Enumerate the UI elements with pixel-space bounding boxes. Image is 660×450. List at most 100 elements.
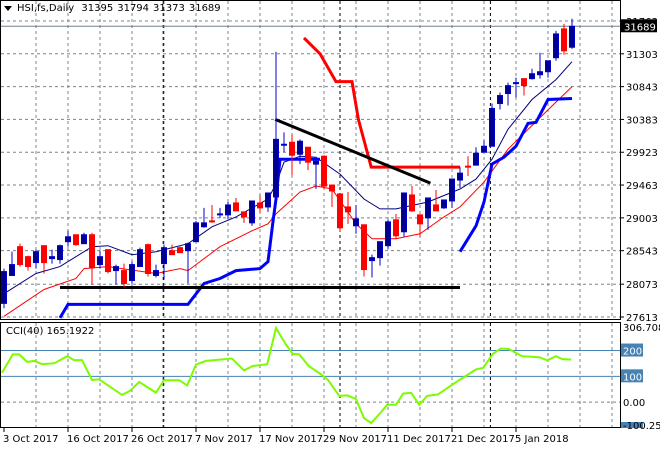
candle-body xyxy=(361,224,367,271)
bullish-candle xyxy=(569,18,575,49)
candle-body xyxy=(465,165,471,168)
bearish-candle xyxy=(169,244,175,256)
close-value: 31689 xyxy=(188,3,221,14)
date-label: 11 Dec 2017 xyxy=(387,434,451,445)
bullish-candle xyxy=(377,241,383,266)
candle-body xyxy=(265,192,271,208)
bearish-candle xyxy=(433,190,439,212)
cci-title: CCI(40) 165.1922 xyxy=(6,326,95,337)
bullish-candle xyxy=(281,132,287,153)
candle-body xyxy=(441,199,447,209)
cci-tick-label: -100.258 xyxy=(623,421,660,432)
price-tick-label: 30843 xyxy=(626,83,658,94)
bullish-candle xyxy=(153,264,159,278)
candle-body xyxy=(369,257,375,262)
cci-tick-label: 200 xyxy=(623,347,642,358)
candle-body xyxy=(385,221,391,247)
bullish-candle xyxy=(265,192,271,212)
ma-slow xyxy=(3,86,573,317)
bullish-candle xyxy=(441,199,447,209)
candle-body xyxy=(137,249,143,268)
candle-body xyxy=(481,145,487,153)
bearish-candle xyxy=(417,214,423,237)
bullish-candle xyxy=(9,251,15,276)
candle-body xyxy=(73,234,79,246)
bullish-candle xyxy=(161,244,167,280)
bullish-candle xyxy=(529,68,535,80)
candle-body xyxy=(289,141,295,156)
bearish-candle xyxy=(121,263,127,288)
bearish-candle xyxy=(105,249,111,274)
candle-body xyxy=(297,140,303,155)
candle-body xyxy=(401,192,407,233)
chart-header: HSI,fs,Daily 31395 31794 31373 31689 xyxy=(17,3,225,14)
candle-body xyxy=(81,234,87,245)
candle-body xyxy=(433,204,439,212)
bullish-candle xyxy=(217,207,223,218)
bearish-candle xyxy=(561,23,567,55)
bullish-candle xyxy=(489,103,495,147)
bearish-candle xyxy=(345,191,351,224)
bullish-candle xyxy=(129,261,135,284)
bullish-candle xyxy=(385,219,391,249)
candle-body xyxy=(337,193,343,229)
bearish-candle xyxy=(465,156,471,177)
candle-body xyxy=(305,146,311,163)
price-tick-label: 29463 xyxy=(626,181,658,192)
bullish-candle xyxy=(81,232,87,245)
candle-body xyxy=(129,264,135,281)
price-tick-label: 29923 xyxy=(626,148,658,159)
cci-panel-frame xyxy=(0,322,621,428)
bullish-candle xyxy=(249,200,255,226)
candle-body xyxy=(153,270,159,276)
high-value: 31794 xyxy=(117,3,150,14)
candle-body xyxy=(473,152,479,166)
candle-body xyxy=(89,234,95,269)
candle-body xyxy=(513,82,519,85)
candle-body xyxy=(41,245,47,264)
candle-body xyxy=(393,219,399,237)
candle-body xyxy=(121,270,127,284)
symbol-label: HSI,fs,Daily xyxy=(17,3,75,14)
lower-band xyxy=(58,157,320,319)
cci-tick-label: 0.00 xyxy=(623,398,645,409)
candle-body xyxy=(273,138,279,198)
bullish-candle xyxy=(401,192,407,237)
bearish-candle xyxy=(337,193,343,232)
candle-body xyxy=(209,220,215,223)
price-tick-label: 29003 xyxy=(626,214,658,225)
indicator-overlays xyxy=(3,36,573,319)
candle-body xyxy=(249,200,255,224)
candle-body xyxy=(177,247,183,254)
candle-body xyxy=(193,222,199,243)
date-label: 3 Oct 2017 xyxy=(3,434,58,445)
bullish-candle xyxy=(185,242,191,284)
candle-body xyxy=(489,107,495,147)
bullish-candle xyxy=(353,204,359,234)
candle-body xyxy=(145,244,151,274)
candle-body xyxy=(553,33,559,59)
candle-body xyxy=(417,214,423,225)
candle-body xyxy=(217,213,223,216)
candle-body xyxy=(345,206,351,213)
bearish-candle xyxy=(25,255,31,271)
open-value: 31395 xyxy=(81,3,114,14)
candle-body xyxy=(1,271,7,304)
bullish-candle xyxy=(481,140,487,153)
candle-body xyxy=(185,243,191,252)
candle-body xyxy=(9,264,15,276)
bullish-candle xyxy=(193,220,199,243)
candle-body xyxy=(313,160,319,165)
date-label: 26 Oct 2017 xyxy=(131,434,193,445)
bearish-candle xyxy=(209,204,215,223)
candle-body xyxy=(425,197,431,219)
date-label: 17 Nov 2017 xyxy=(259,434,323,445)
cci-tick-label: 306.7083 xyxy=(623,323,660,334)
bullish-candle xyxy=(49,249,55,264)
bullish-candle xyxy=(273,51,279,199)
candle-body xyxy=(113,266,119,272)
bearish-candle xyxy=(17,243,23,267)
bullish-candle xyxy=(97,250,103,269)
bullish-candle xyxy=(33,249,39,269)
collapse-triangle-icon[interactable] xyxy=(4,6,12,11)
